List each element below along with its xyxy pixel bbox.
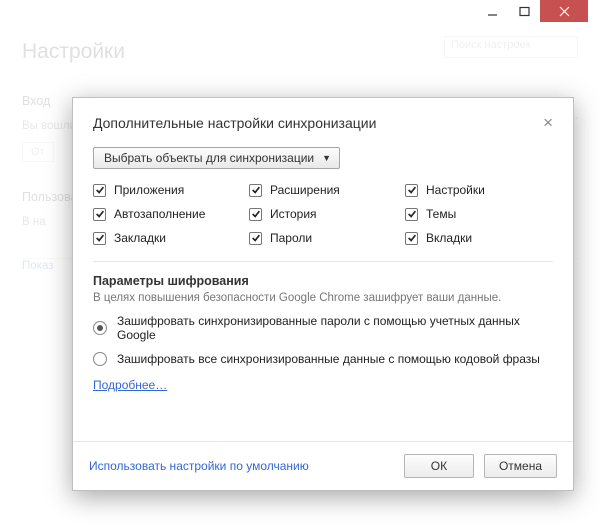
sync-item-label: Приложения bbox=[114, 183, 184, 197]
dialog-title: Дополнительные настройки синхронизации bbox=[93, 115, 376, 131]
sync-items-grid: Приложения Расширения Настройки Автозаполне… bbox=[93, 183, 553, 245]
encryption-section-subtitle: В целях повышения безопасности Google Ch… bbox=[93, 292, 553, 304]
radio-icon bbox=[93, 352, 107, 366]
checkbox-icon bbox=[405, 208, 418, 221]
radio-icon bbox=[93, 321, 107, 335]
checkbox-icon bbox=[93, 184, 106, 197]
checkbox-icon bbox=[93, 232, 106, 245]
sync-scope-dropdown[interactable]: Выбрать объекты для синхронизации ▼ bbox=[93, 147, 340, 169]
sync-item-label: Автозаполнение bbox=[114, 207, 205, 221]
sync-item-label: Вкладки bbox=[426, 231, 472, 245]
sync-item-label: Темы bbox=[426, 207, 456, 221]
sync-item-checkbox[interactable]: Вкладки bbox=[405, 231, 553, 245]
sync-item-label: Настройки bbox=[426, 183, 485, 197]
encryption-option-2-label: Зашифровать все синхронизированные данны… bbox=[117, 352, 540, 366]
sync-item-checkbox[interactable]: Автозаполнение bbox=[93, 207, 241, 221]
encryption-option-1-label: Зашифровать синхронизированные пароли с … bbox=[117, 314, 553, 342]
use-defaults-link[interactable]: Использовать настройки по умолчанию bbox=[89, 459, 309, 473]
dialog-close-button[interactable]: × bbox=[543, 114, 553, 131]
advanced-sync-settings-dialog: Дополнительные настройки синхронизации ×… bbox=[72, 97, 574, 491]
checkbox-icon bbox=[93, 208, 106, 221]
checkbox-icon bbox=[405, 232, 418, 245]
checkbox-icon bbox=[249, 208, 262, 221]
ok-button[interactable]: ОК bbox=[404, 454, 474, 478]
sync-item-label: Пароли bbox=[270, 231, 312, 245]
encryption-option-google-credentials[interactable]: Зашифровать синхронизированные пароли с … bbox=[93, 314, 553, 342]
sync-item-checkbox[interactable]: Приложения bbox=[93, 183, 241, 197]
sync-item-checkbox[interactable]: Закладки bbox=[93, 231, 241, 245]
checkbox-icon bbox=[405, 184, 418, 197]
sync-item-checkbox[interactable]: История bbox=[249, 207, 397, 221]
sync-item-checkbox[interactable]: Расширения bbox=[249, 183, 397, 197]
window-maximize-button[interactable] bbox=[508, 0, 540, 22]
window-minimize-button[interactable] bbox=[476, 0, 508, 22]
learn-more-link[interactable]: Подробнее… bbox=[93, 378, 167, 392]
encryption-section-title: Параметры шифрования bbox=[93, 274, 553, 288]
checkbox-icon bbox=[249, 232, 262, 245]
sync-scope-dropdown-label: Выбрать объекты для синхронизации bbox=[104, 151, 314, 165]
sync-item-label: Закладки bbox=[114, 231, 166, 245]
sync-item-checkbox[interactable]: Настройки bbox=[405, 183, 553, 197]
window-titlebar bbox=[0, 0, 600, 28]
chevron-down-icon: ▼ bbox=[322, 153, 331, 163]
window-close-button[interactable] bbox=[540, 0, 588, 22]
sync-item-label: Расширения bbox=[270, 183, 340, 197]
sync-item-label: История bbox=[270, 207, 317, 221]
encryption-option-passphrase[interactable]: Зашифровать все синхронизированные данны… bbox=[93, 352, 553, 366]
sync-item-checkbox[interactable]: Темы bbox=[405, 207, 553, 221]
sync-item-checkbox[interactable]: Пароли bbox=[249, 231, 397, 245]
checkbox-icon bbox=[249, 184, 262, 197]
cancel-button[interactable]: Отмена bbox=[484, 454, 557, 478]
